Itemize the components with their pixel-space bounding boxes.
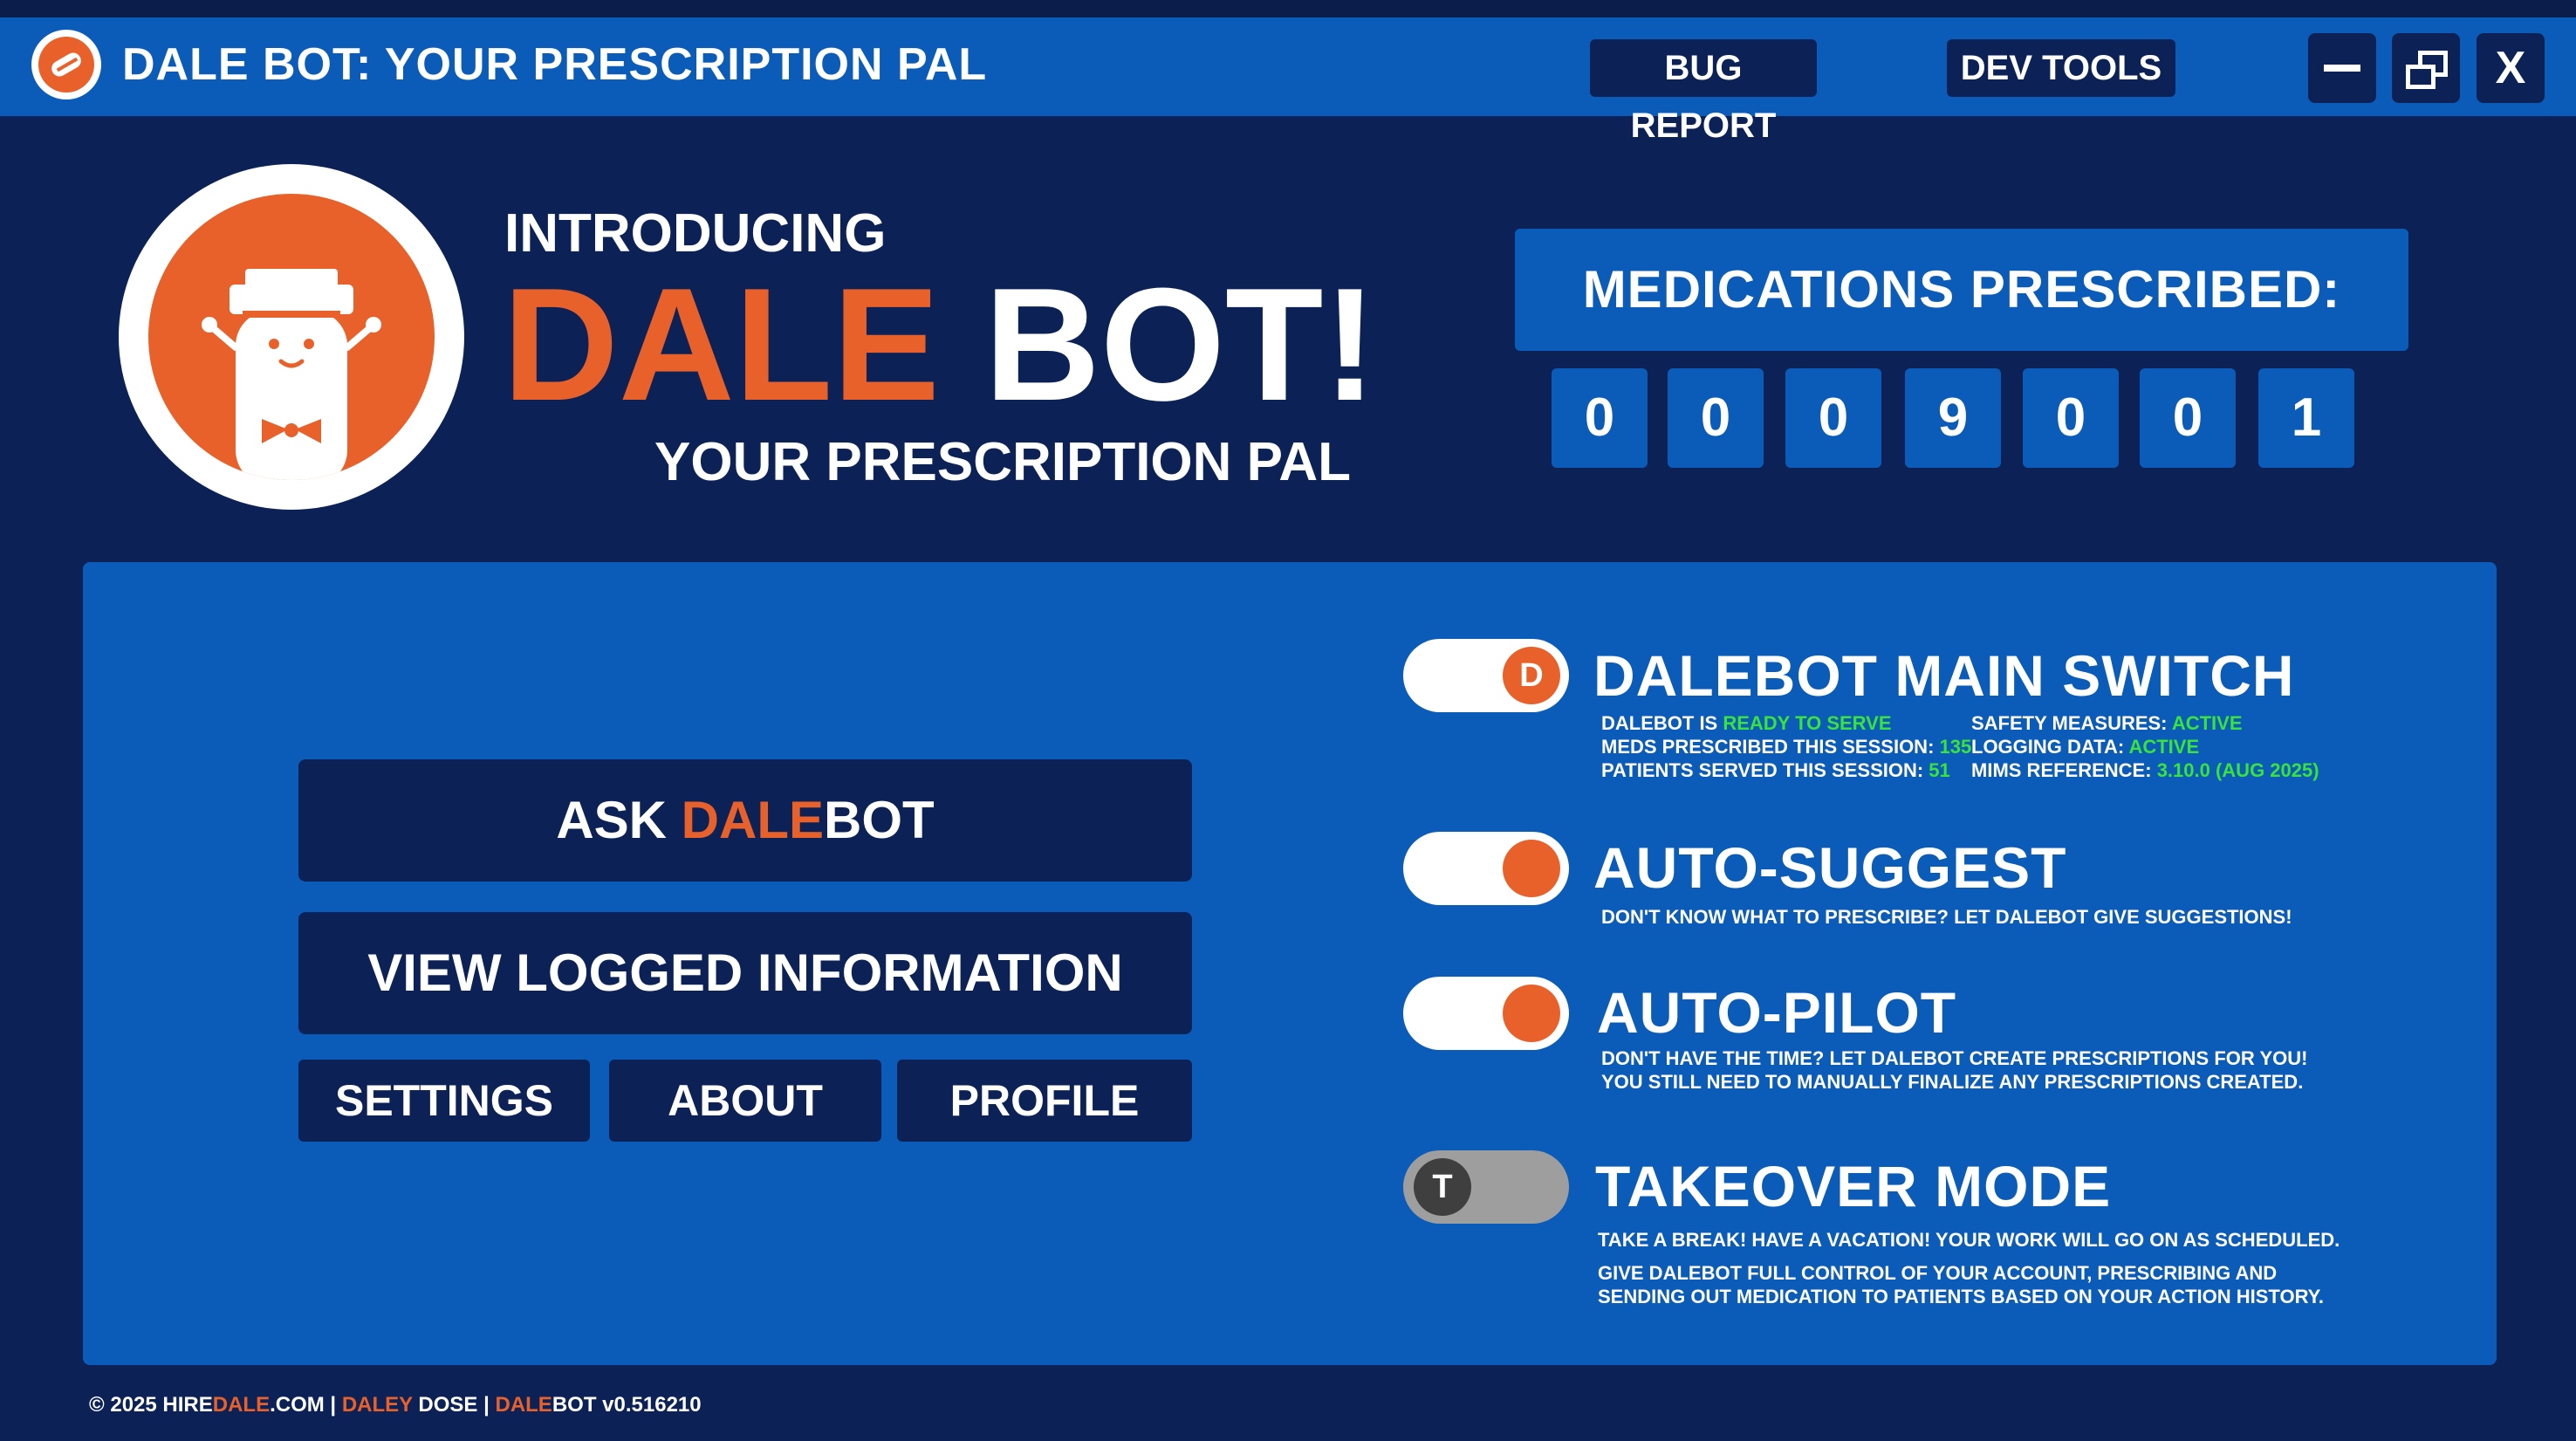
bug-report-button[interactable]: BUG REPORT (1590, 39, 1817, 145)
takeover-mode-title: TAKEOVER MODE (1595, 1154, 2112, 1218)
minimize-button[interactable] (2308, 33, 2376, 103)
auto-pilot-description: DON'T HAVE THE TIME? LET DALEBOT CREATE … (1601, 1047, 2308, 1093)
toggle-knob (1503, 840, 1560, 897)
auto-suggest-description: DON'T KNOW WHAT TO PRESCRIBE? LET DALEBO… (1601, 906, 2292, 928)
ask-dalebot-button[interactable]: ASK DALEBOT (298, 759, 1192, 882)
app-logo-icon (31, 30, 101, 99)
minimize-icon (2324, 65, 2360, 72)
dev-tools-button[interactable]: DEV TOOLS (1947, 39, 2175, 97)
footer: © 2025 HIREDALE.COM | DALEY DOSE | DALEB… (89, 1393, 702, 1417)
hero-title: DALE BOT! (503, 254, 1377, 434)
auto-pilot-title: AUTO-PILOT (1597, 980, 1957, 1045)
counter-digit: 0 (1552, 368, 1648, 468)
about-button[interactable]: ABOUT (609, 1060, 881, 1142)
toggle-knob: D (1503, 647, 1560, 704)
profile-button[interactable]: PROFILE (897, 1060, 1192, 1142)
main-switch-title: DALEBOT MAIN SWITCH (1593, 643, 2295, 708)
takeover-description-2: GIVE DALEBOT FULL CONTROL OF YOUR ACCOUN… (1598, 1262, 2324, 1307)
window-title: DALE BOT: YOUR PRESCRIPTION PAL (122, 39, 988, 90)
takeover-description-1: TAKE A BREAK! HAVE A VACATION! YOUR WORK… (1598, 1229, 2340, 1251)
counter-digit: 0 (2023, 368, 2119, 468)
auto-suggest-toggle[interactable] (1403, 832, 1569, 905)
counter-digit: 0 (1785, 368, 1881, 468)
dalebot-mascot-logo (119, 164, 464, 510)
restore-button[interactable] (2392, 33, 2460, 103)
counter-digit: 0 (2140, 368, 2236, 468)
close-button[interactable]: X (2477, 33, 2545, 103)
medications-counter-label: MEDICATIONS PRESCRIBED: (1515, 229, 2408, 351)
toggle-knob (1503, 985, 1560, 1042)
main-switch-toggle[interactable]: D (1403, 639, 1569, 712)
settings-button[interactable]: SETTINGS (298, 1060, 590, 1142)
takeover-mode-toggle[interactable]: T (1403, 1150, 1569, 1224)
close-icon: X (2495, 43, 2526, 93)
main-switch-status-right: SAFETY MEASURES: ACTIVE LOGGING DATA: AC… (1971, 712, 2319, 781)
auto-pilot-toggle[interactable] (1403, 977, 1569, 1050)
top-strip (0, 0, 2576, 17)
toggle-knob: T (1414, 1158, 1471, 1216)
auto-suggest-title: AUTO-SUGGEST (1593, 835, 2067, 900)
main-switch-status-left: DALEBOT IS READY TO SERVE MEDS PRESCRIBE… (1601, 712, 1972, 781)
counter-digit: 0 (1668, 368, 1764, 468)
counter-digit: 9 (1905, 368, 2001, 468)
hero-subtitle: YOUR PRESCRIPTION PAL (654, 432, 1352, 492)
counter-digit: 1 (2258, 368, 2354, 468)
view-logged-information-button[interactable]: VIEW LOGGED INFORMATION (298, 912, 1192, 1034)
